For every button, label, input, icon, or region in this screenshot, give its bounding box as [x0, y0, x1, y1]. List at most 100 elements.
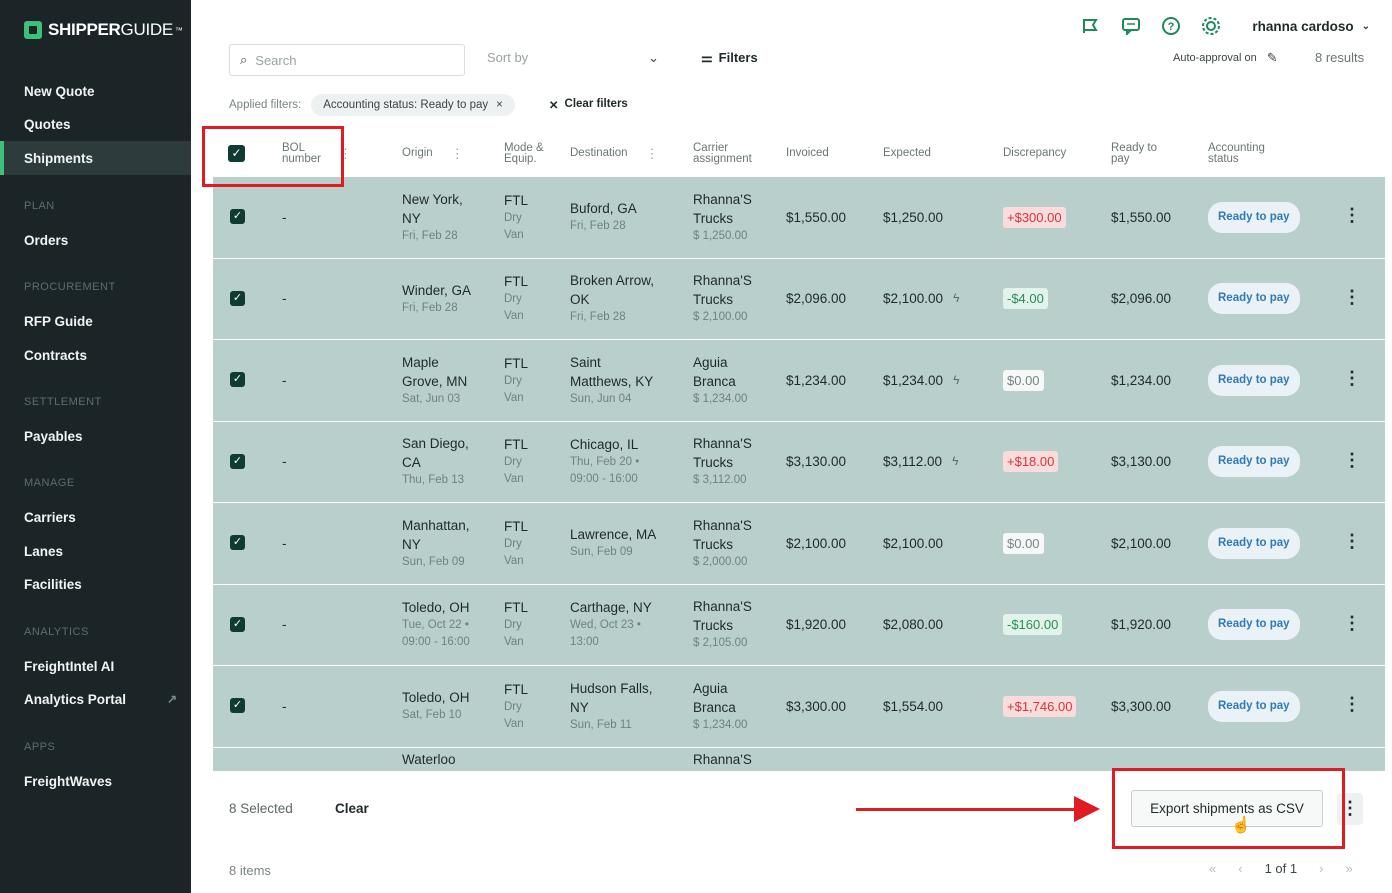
row-checkbox[interactable]: ✓ [230, 535, 245, 550]
table-row[interactable]: ✓ - Manhattan, NY Sun, Feb 09 FTL Dry Van Lawre… [213, 503, 1385, 585]
close-icon: ✕ [548, 100, 559, 112]
user-menu[interactable]: rhanna cardoso ⌄ [1252, 19, 1370, 34]
status-badge[interactable]: Ready to pay [1208, 446, 1300, 477]
equipment-line-2: Van [504, 310, 524, 322]
row-checkbox[interactable]: ✓ [230, 290, 245, 306]
table-row[interactable]: ✓ - San Diego, CA Thu, Feb 13 FTL Dry Van Chica… [213, 421, 1385, 503]
invoiced-value: $3,300.00 [786, 698, 847, 714]
sidebar-item-carriers[interactable]: Carriers [0, 500, 191, 534]
logo-trademark: ™ [174, 25, 183, 35]
last-page-icon[interactable]: » [1345, 861, 1352, 876]
next-page-icon[interactable]: › [1319, 861, 1323, 876]
help-icon[interactable]: ? [1160, 15, 1182, 37]
status-badge[interactable]: Ready to pay [1208, 283, 1300, 314]
status-badge[interactable]: Ready to pay [1208, 364, 1300, 396]
row-actions-icon[interactable]: ⋮ [1343, 287, 1361, 308]
bol-value: - [282, 617, 287, 632]
column-header-mode[interactable]: Mode & Equip. [504, 130, 544, 177]
row-checkbox[interactable]: ✓ [230, 616, 245, 632]
table-row[interactable]: ✓ - Toledo, OH Tue, Oct 22 • 09:00 - 16:00 F… [213, 584, 1385, 666]
sort-by-select[interactable]: Sort by ⌄ [487, 50, 659, 66]
sidebar-item-quotes[interactable]: Quotes [0, 107, 191, 141]
row-actions-icon[interactable]: ⋮ [1343, 531, 1361, 552]
status-badge[interactable]: Ready to pay [1208, 690, 1300, 722]
sidebar-item-facilities[interactable]: Facilities [0, 567, 191, 601]
equipment-line-2: Van [504, 554, 524, 567]
expected-value: $2,100.00 [883, 535, 944, 551]
column-menu-icon[interactable]: ⋮ [646, 147, 659, 160]
cell-bol: - [282, 666, 287, 746]
row-checkbox[interactable]: ✓ [230, 453, 245, 469]
origin-city: Waterloo [402, 752, 456, 767]
table-row[interactable]: ✓ - New York, NY Fri, Feb 28 FTL Dry Van Buford… [213, 177, 1385, 259]
column-header-invoiced[interactable]: Invoiced [786, 130, 829, 177]
prev-page-icon[interactable]: ‹ [1238, 861, 1242, 876]
close-icon[interactable]: × [496, 99, 503, 111]
sort-by-placeholder: Sort by [487, 50, 529, 65]
row-checkbox[interactable]: ✓ [230, 209, 245, 224]
mode-value: FTL [504, 192, 529, 208]
filter-chip[interactable]: Accounting status: Ready to pay × [311, 94, 515, 116]
table-row[interactable]: ✓ - Toledo, OH Sat, Feb 10 FTL Dry Van Hudson F… [213, 666, 1385, 748]
clear-filters-button[interactable]: ✕ Clear filters [549, 98, 628, 112]
sidebar-item-new-quote[interactable]: New Quote [0, 74, 191, 108]
column-header-carrier[interactable]: Carrier assignment [693, 130, 763, 177]
ready-to-pay-value: $3,300.00 [1111, 698, 1172, 714]
chat-icon[interactable] [1120, 15, 1142, 37]
column-header-destination[interactable]: Destination ⋮ [570, 130, 659, 177]
shipperguide-logo[interactable]: SHIPPER GUIDE ™ [24, 20, 183, 40]
column-header-expected[interactable]: Expected [883, 130, 931, 177]
table-row[interactable]: ✓ - Maple Grove, MN Sat, Jun 03 FTL Dry Van Sai… [213, 340, 1385, 422]
origin-date: Sun, Feb 09 [402, 555, 465, 568]
table-row[interactable]: ✓ - Winder, GA Fri, Feb 28 FTL Dry Van Broken A… [213, 258, 1385, 340]
svg-text:?: ? [1168, 21, 1175, 33]
cell-origin: Winder, GA Fri, Feb 28 [402, 259, 482, 339]
clear-selection-button[interactable]: Clear [335, 801, 369, 816]
sidebar-item-label: Contracts [24, 347, 88, 363]
column-header-origin[interactable]: Origin ⋮ [402, 130, 464, 177]
flag-icon[interactable] [1080, 15, 1102, 37]
search-input[interactable]: ⌕ Search [229, 44, 465, 76]
sidebar-item-freightintel-ai[interactable]: FreightIntel AI [0, 649, 191, 683]
bolt-icon: ϟ [952, 454, 959, 468]
row-actions-icon[interactable]: ⋮ [1343, 613, 1361, 634]
edit-icon[interactable]: ✎ [1267, 50, 1278, 66]
cell-ready-to-pay: $1,234.00 [1111, 340, 1171, 420]
row-actions-icon[interactable]: ⋮ [1343, 205, 1361, 226]
row-checkbox[interactable]: ✓ [230, 372, 245, 387]
column-menu-icon[interactable]: ⋮ [451, 147, 464, 160]
column-header-ready-to-pay[interactable]: Ready to pay [1111, 130, 1171, 177]
row-actions-icon[interactable]: ⋮ [1343, 694, 1361, 715]
sidebar-item-payables[interactable]: Payables [0, 419, 191, 453]
sidebar-item-rfp-guide[interactable]: RFP Guide [0, 304, 191, 338]
sidebar-item-contracts[interactable]: Contracts [0, 338, 191, 372]
status-badge[interactable]: Ready to pay [1208, 201, 1300, 233]
auto-approval-toggle[interactable]: Auto-approval on ✎ [1173, 50, 1278, 66]
filters-icon: ⚌ [701, 50, 713, 65]
filter-bar: ⌕ Search Sort by ⌄ ⚌ Filters Auto-approval … [229, 44, 1379, 76]
filters-button[interactable]: ⚌ Filters [701, 50, 758, 66]
cell-destination: Carthage, NY Wed, Oct 23 • 13:00 [570, 585, 662, 665]
status-badge[interactable]: Ready to pay [1208, 527, 1300, 559]
expected-value: $1,250.00 [883, 209, 944, 225]
ready-to-pay-value: $2,100.00 [1111, 535, 1172, 551]
row-actions-icon[interactable]: ⋮ [1343, 450, 1361, 471]
sidebar-item-shipments[interactable]: Shipments [0, 141, 191, 175]
cell-origin: New York, NY Fri, Feb 28 [402, 177, 482, 257]
sidebar-item-freightwaves[interactable]: FreightWaves [0, 764, 191, 798]
cell-carrier: Rhanna'S Trucks $ 2,000.00 [693, 503, 763, 583]
settings-icon[interactable] [1200, 15, 1222, 37]
applied-filters-label: Applied filters: [229, 99, 302, 111]
row-checkbox[interactable]: ✓ [230, 698, 245, 713]
column-header-accounting-status[interactable]: Accounting status [1208, 130, 1278, 177]
sidebar-item-orders[interactable]: Orders [0, 223, 191, 257]
origin-city: Manhattan, NY [402, 517, 470, 552]
row-actions-icon[interactable]: ⋮ [1343, 368, 1361, 389]
cell-bol: - [282, 585, 287, 665]
column-header-discrepancy[interactable]: Discrepancy [1003, 130, 1066, 177]
origin-date: Thu, Feb 13 [402, 474, 465, 486]
first-page-icon[interactable]: « [1209, 861, 1216, 876]
status-badge[interactable]: Ready to pay [1208, 609, 1300, 640]
sidebar-item-analytics-portal[interactable]: Analytics Portal ↗ [0, 682, 191, 716]
sidebar-item-lanes[interactable]: Lanes [0, 534, 191, 568]
